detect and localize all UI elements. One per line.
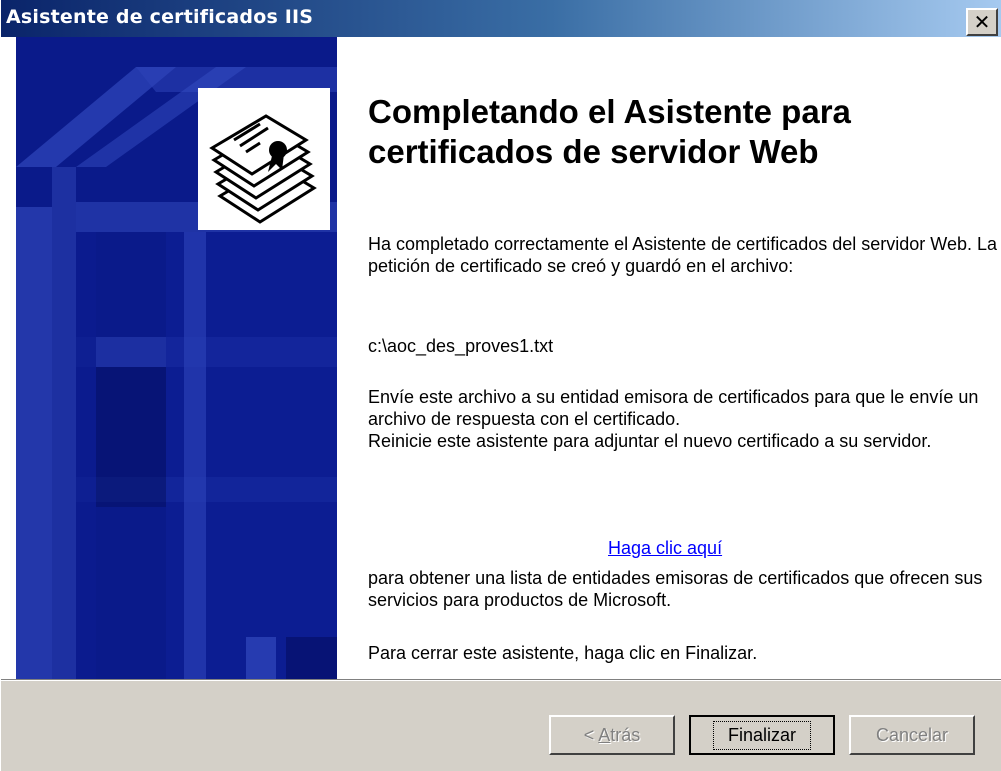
completion-message: Ha completado correctamente el Asistente… bbox=[368, 234, 997, 276]
close-instructions: Para cerrar este asistente, haga clic en… bbox=[368, 643, 758, 663]
back-button-label: < Atrás bbox=[583, 724, 641, 745]
ca-list-description: para obtener una lista de entidades emis… bbox=[368, 568, 983, 610]
cancel-button[interactable]: Cancelar bbox=[849, 715, 975, 755]
file-path: c:\aoc_des_proves1.txt bbox=[368, 336, 554, 356]
divider-highlight bbox=[1, 680, 1001, 681]
send-instructions: Envíe este archivo a su entidad emisora … bbox=[368, 387, 979, 429]
finish-button[interactable]: Finalizar bbox=[689, 715, 835, 755]
title-bar[interactable]: Asistente de certificados IIS ✕ bbox=[1, 0, 1001, 37]
ca-list-link[interactable]: Haga clic aquí bbox=[608, 538, 722, 559]
back-button[interactable]: < Atrás bbox=[549, 715, 675, 755]
wizard-heading: Completando el Asistente para certificad… bbox=[368, 93, 851, 170]
certificate-stack-icon bbox=[198, 88, 330, 230]
restart-instructions: Reinicie este asistente para adjuntar el… bbox=[368, 431, 932, 451]
wizard-content: Completando el Asistente para certificad… bbox=[1, 37, 1001, 679]
cancel-button-label: Cancelar bbox=[875, 724, 949, 745]
close-icon: ✕ bbox=[973, 10, 991, 34]
window-title: Asistente de certificados IIS bbox=[6, 6, 314, 28]
wizard-window: Asistente de certificados IIS ✕ Completa… bbox=[0, 0, 1001, 771]
wizard-banner bbox=[16, 37, 337, 679]
finish-button-label: Finalizar bbox=[712, 720, 812, 750]
close-button[interactable]: ✕ bbox=[966, 8, 998, 36]
